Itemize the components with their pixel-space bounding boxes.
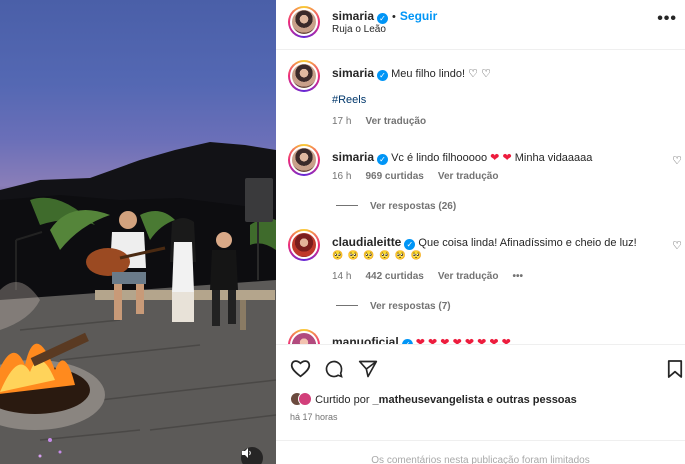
comment-icon[interactable] xyxy=(324,359,344,379)
caption-time: 17 h xyxy=(332,116,352,127)
follow-button[interactable]: Seguir xyxy=(400,9,437,23)
post-time: há 17 horas xyxy=(290,412,338,422)
audio-label[interactable]: Ruja o Leão xyxy=(332,24,386,35)
view-replies-button[interactable]: Ver respostas (7) xyxy=(336,301,451,312)
comment-meta: 16 h 969 curtidas Ver tradução xyxy=(332,171,512,182)
comment-hearts: ❤ ❤ ❤ ❤ ❤ ❤ ❤ ❤ xyxy=(415,337,511,344)
speaker-icon xyxy=(242,448,251,458)
comment-username[interactable]: manuoficial xyxy=(332,335,399,344)
hashtag-link[interactable]: #Reels xyxy=(332,94,366,106)
comment-text: Que coisa linda! Afinadíssimo e cheio de… xyxy=(418,237,637,249)
verified-icon: ✓ xyxy=(404,239,416,250)
avatar[interactable] xyxy=(288,329,320,344)
share-icon[interactable] xyxy=(358,359,378,379)
avatar[interactable] xyxy=(288,229,320,261)
avatar[interactable] xyxy=(288,6,320,38)
video-scene xyxy=(0,142,276,464)
translate-link[interactable]: Ver tradução xyxy=(365,116,426,127)
reel-video[interactable] xyxy=(0,0,276,464)
comments-limited-notice: Os comentários nesta publicação foram li… xyxy=(276,440,685,464)
comment-meta: 14 h 442 curtidas Ver tradução ••• xyxy=(332,271,537,282)
save-icon[interactable] xyxy=(667,359,683,379)
volume-button[interactable] xyxy=(241,447,263,464)
comment-time: 14 h xyxy=(332,271,352,282)
replies-line xyxy=(336,305,358,306)
comment-tail: Minha vidaaaaa xyxy=(514,152,593,164)
verified-icon: ✓ xyxy=(377,13,389,24)
translate-link[interactable]: Ver tradução xyxy=(438,171,499,182)
replies-label: Ver respostas (7) xyxy=(370,301,451,312)
caption-text: Meu filho lindo! xyxy=(391,68,466,80)
avatar[interactable] xyxy=(288,60,320,92)
liked-suffix[interactable]: e outras pessoas xyxy=(487,394,577,406)
comment: manuoficial✓ ❤ ❤ ❤ ❤ ❤ ❤ ❤ ❤ xyxy=(276,329,685,344)
liked-by[interactable]: Curtido por _matheusevangelista e outras… xyxy=(290,392,577,406)
liked-prefix: Curtido por xyxy=(315,394,370,406)
caption-meta: 17 h Ver tradução xyxy=(332,116,440,127)
replies-label: Ver respostas (26) xyxy=(370,201,457,212)
comment-emoji: 🥺 🥺 🥺 🥺 🥺 🥺 xyxy=(332,250,423,260)
like-icon[interactable] xyxy=(290,359,311,378)
translate-link[interactable]: Ver tradução xyxy=(438,271,499,282)
comment-time: 16 h xyxy=(332,171,352,182)
replies-line xyxy=(336,205,358,206)
verified-icon: ✓ xyxy=(377,154,389,165)
like-comment-icon[interactable]: ♡ xyxy=(672,154,682,167)
post-header: simaria ✓ • Seguir Ruja o Leão ••• xyxy=(276,0,685,50)
comment-text: Vc é lindo filhooooo xyxy=(391,152,488,164)
like-comment-icon[interactable]: ♡ xyxy=(672,239,682,252)
action-bar xyxy=(276,344,685,392)
post-sidebar: simaria ✓ • Seguir Ruja o Leão ••• simaria ✓… xyxy=(276,0,685,464)
comment-hearts: ❤ ❤ xyxy=(490,152,512,164)
author-username[interactable]: simaria xyxy=(332,9,374,23)
comment-username[interactable]: claudialeitte xyxy=(332,235,401,249)
comment-options-icon[interactable]: ••• xyxy=(512,271,523,282)
more-options-icon[interactable]: ••• xyxy=(657,10,677,28)
caption: simaria ✓ Meu filho lindo! ♡ ♡ #Reels 17 … xyxy=(276,60,685,135)
caption-hearts: ♡ ♡ xyxy=(468,68,491,80)
liked-user[interactable]: _matheusevangelista xyxy=(373,394,484,406)
comment-username[interactable]: simaria xyxy=(332,150,374,164)
comment: claudialeitte ✓ Que coisa linda! Afinadís… xyxy=(276,229,685,324)
caption-username[interactable]: simaria xyxy=(332,66,374,80)
avatar[interactable] xyxy=(288,144,320,176)
comment: simaria ✓ Vc é lindo filhooooo ❤ ❤ Minha … xyxy=(276,144,685,224)
verified-icon: ✓ xyxy=(377,70,389,81)
comment-likes[interactable]: 969 curtidas xyxy=(365,171,423,182)
comment-likes[interactable]: 442 curtidas xyxy=(365,271,423,282)
view-replies-button[interactable]: Ver respostas (26) xyxy=(336,201,456,212)
liker-avatar xyxy=(298,392,312,406)
separator-dot: • xyxy=(392,11,396,23)
